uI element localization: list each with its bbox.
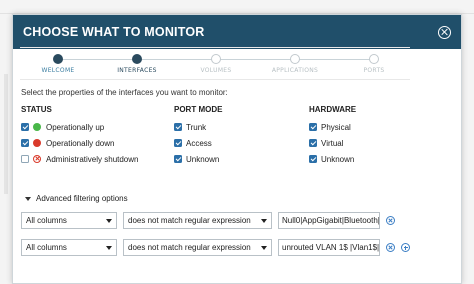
wizard-step-welcome: WELCOME xyxy=(18,54,98,74)
access-checkbox[interactable] xyxy=(174,139,182,147)
operator-select-value: does not match regular expression xyxy=(128,216,251,225)
status-down-icon xyxy=(33,139,41,147)
background-right-panel xyxy=(460,14,474,284)
filter-row: All columns does not match regular expre… xyxy=(21,212,401,229)
hardware-item-unknown: Unknown xyxy=(309,151,356,167)
add-filter-icon[interactable] xyxy=(401,243,410,252)
hardware-item-virtual: Virtual xyxy=(309,135,356,151)
wizard-step-label: WELCOME xyxy=(41,67,75,74)
wizard-step-label: VOLUMES xyxy=(200,67,232,74)
hardware-item-label: Unknown xyxy=(321,154,355,164)
hardware-item-label: Physical xyxy=(321,122,351,132)
wizard-step-label: INTERFACES xyxy=(117,67,157,74)
step-dot xyxy=(369,54,379,64)
filter-value-text: Null0|AppGigabit|Bluetooth| xyxy=(282,216,380,225)
status-item-label: Administratively shutdown xyxy=(46,154,139,164)
status-shutdown-icon xyxy=(33,155,41,163)
wizard-step-label: PORTS xyxy=(363,67,385,74)
hardware-item-physical: Physical xyxy=(309,119,356,135)
filter-value-input[interactable]: unrouted VLAN 1$ |Vlan1$| xyxy=(278,239,380,256)
wizard-step-applications: APPLICATIONS xyxy=(255,54,335,74)
step-dot xyxy=(290,54,300,64)
step-dot xyxy=(211,54,221,64)
hardware-item-label: Virtual xyxy=(321,138,344,148)
step-dot xyxy=(132,54,142,64)
administratively-shutdown-checkbox[interactable] xyxy=(21,155,29,163)
wizard-step-interfaces: INTERFACES xyxy=(97,54,177,74)
column-select-value: All columns xyxy=(26,243,67,252)
operator-select[interactable]: does not match regular expression xyxy=(123,239,272,256)
hardware-column: HARDWARE Physical Virtual Unknown xyxy=(309,105,356,167)
port-mode-item-label: Unknown xyxy=(186,154,220,164)
close-icon[interactable] xyxy=(438,25,451,39)
trunk-checkbox[interactable] xyxy=(174,123,182,131)
port-mode-item-unknown: Unknown xyxy=(174,151,222,167)
operationally-up-checkbox[interactable] xyxy=(21,123,29,131)
operator-select-value: does not match regular expression xyxy=(128,243,251,252)
filter-row: All columns does not match regular expre… xyxy=(21,239,416,256)
chevron-down-icon xyxy=(106,219,112,223)
wizard-step-label: APPLICATIONS xyxy=(271,67,319,74)
remove-filter-icon[interactable] xyxy=(386,216,395,225)
operationally-down-checkbox[interactable] xyxy=(21,139,29,147)
port-mode-unknown-checkbox[interactable] xyxy=(174,155,182,163)
status-heading: STATUS xyxy=(21,105,52,114)
remove-filter-icon[interactable] xyxy=(386,243,395,252)
status-up-icon xyxy=(33,123,41,131)
status-item-administratively-shutdown: Administratively shutdown xyxy=(21,151,138,167)
port-mode-heading: PORT MODE xyxy=(174,105,223,114)
operator-select[interactable]: does not match regular expression xyxy=(123,212,272,229)
filter-value-text: unrouted VLAN 1$ |Vlan1$| xyxy=(282,243,380,252)
port-mode-item-access: Access xyxy=(174,135,222,151)
port-mode-column: PORT MODE Trunk Access Unknown xyxy=(174,105,222,167)
port-mode-item-label: Access xyxy=(186,138,212,148)
advanced-filtering-label: Advanced filtering options xyxy=(36,194,128,203)
status-item-operationally-down: Operationally down xyxy=(21,135,138,151)
column-select-value: All columns xyxy=(26,216,67,225)
column-select[interactable]: All columns xyxy=(21,212,117,229)
hardware-heading: HARDWARE xyxy=(309,105,357,114)
status-item-label: Operationally down xyxy=(46,138,115,148)
wizard-step-ports: PORTS xyxy=(334,54,414,74)
wizard-step-volumes: VOLUMES xyxy=(176,54,256,74)
chevron-down-icon xyxy=(261,246,267,250)
chevron-down-icon xyxy=(106,246,112,250)
chevron-down-icon xyxy=(261,219,267,223)
hardware-unknown-checkbox[interactable] xyxy=(309,155,317,163)
collapse-triangle-icon xyxy=(25,196,31,201)
wizard-progress: WELCOME INTERFACES VOLUMES APPLICATIONS … xyxy=(20,47,410,80)
port-mode-item-trunk: Trunk xyxy=(174,119,222,135)
status-item-label: Operationally up xyxy=(46,122,105,132)
instruction-text: Select the properties of the interfaces … xyxy=(21,88,228,97)
status-item-operationally-up: Operationally up xyxy=(21,119,138,135)
port-mode-item-label: Trunk xyxy=(186,122,207,132)
dialog-title: CHOOSE WHAT TO MONITOR xyxy=(23,25,205,39)
status-column: STATUS Operationally up Operationally do… xyxy=(21,105,138,167)
physical-checkbox[interactable] xyxy=(309,123,317,131)
background-toolbar xyxy=(0,0,474,14)
advanced-filtering-toggle[interactable]: Advanced filtering options xyxy=(21,194,128,203)
step-dot xyxy=(53,54,63,64)
filter-value-input[interactable]: Null0|AppGigabit|Bluetooth| xyxy=(278,212,380,229)
virtual-checkbox[interactable] xyxy=(309,139,317,147)
column-select[interactable]: All columns xyxy=(21,239,117,256)
dialog-header: CHOOSE WHAT TO MONITOR xyxy=(13,15,461,49)
